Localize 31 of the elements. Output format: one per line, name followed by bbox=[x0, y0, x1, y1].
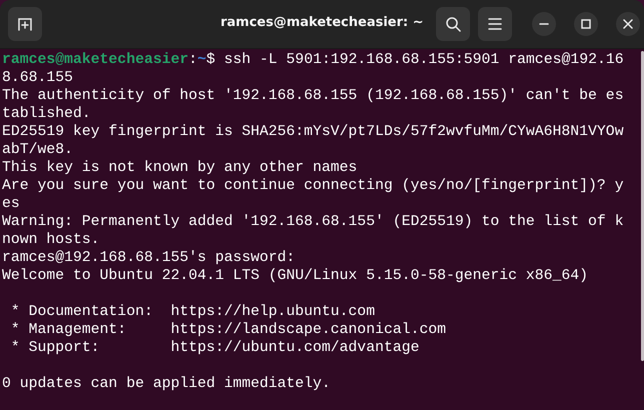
output-line: * Documentation: https://help.ubuntu.com bbox=[10, 303, 376, 321]
output-line: Are you sure you want to continue connecting (yes/no/[fingerprint])? y bbox=[2, 177, 625, 195]
output-line: abT/we8. bbox=[2, 141, 74, 159]
window-title: ramces@maketecheasier: ~ bbox=[220, 15, 424, 30]
output-line: es bbox=[2, 195, 21, 213]
output-line: 8.68.155 bbox=[2, 69, 74, 87]
output-line: 0 updates can be applied immediately. bbox=[2, 375, 332, 393]
scrollbar[interactable] bbox=[641, 51, 644, 361]
maximize-button[interactable] bbox=[574, 12, 598, 36]
output-line: * Management: https://landscape.canonical.com bbox=[10, 321, 447, 339]
output-line: Welcome to Ubuntu 22.04.1 LTS (GNU/Linux 5.15.0-58-generic x86_64) bbox=[2, 267, 590, 285]
maximize-icon bbox=[581, 19, 591, 29]
new-tab-button[interactable] bbox=[8, 7, 42, 41]
output-line: ramces@192.168.68.155's password: bbox=[2, 249, 296, 267]
minimize-button[interactable] bbox=[532, 12, 556, 36]
minimize-icon bbox=[539, 23, 549, 25]
menu-icon bbox=[488, 18, 502, 30]
output-line: This key is not known by any other names bbox=[2, 159, 358, 177]
search-icon bbox=[445, 16, 461, 32]
output-line: ED25519 key fingerprint is SHA256:mYsV/pt7LDs/57f2wvfuMm/CYwA6H8N1VYOw bbox=[2, 123, 625, 141]
close-icon bbox=[623, 19, 633, 29]
menu-button[interactable] bbox=[478, 7, 512, 41]
new-tab-icon bbox=[17, 16, 33, 32]
search-button[interactable] bbox=[436, 7, 470, 41]
output-line: Warning: Permanently added '192.168.68.155' (ED25519) to the list of k bbox=[2, 213, 625, 231]
output-line: * Support: https://ubuntu.com/advantage bbox=[10, 339, 420, 357]
output-line: The authenticity of host '192.168.68.155 (192.168.68.155)' can't be es bbox=[2, 87, 625, 105]
command-line: ramces@maketecheasier:~$ ssh -L 5901:192.168.68.155:5901 ramces@192.16 bbox=[2, 51, 625, 69]
output-line: tablished. bbox=[2, 105, 92, 123]
output-line: nown hosts. bbox=[2, 231, 101, 249]
close-button[interactable] bbox=[616, 12, 640, 36]
